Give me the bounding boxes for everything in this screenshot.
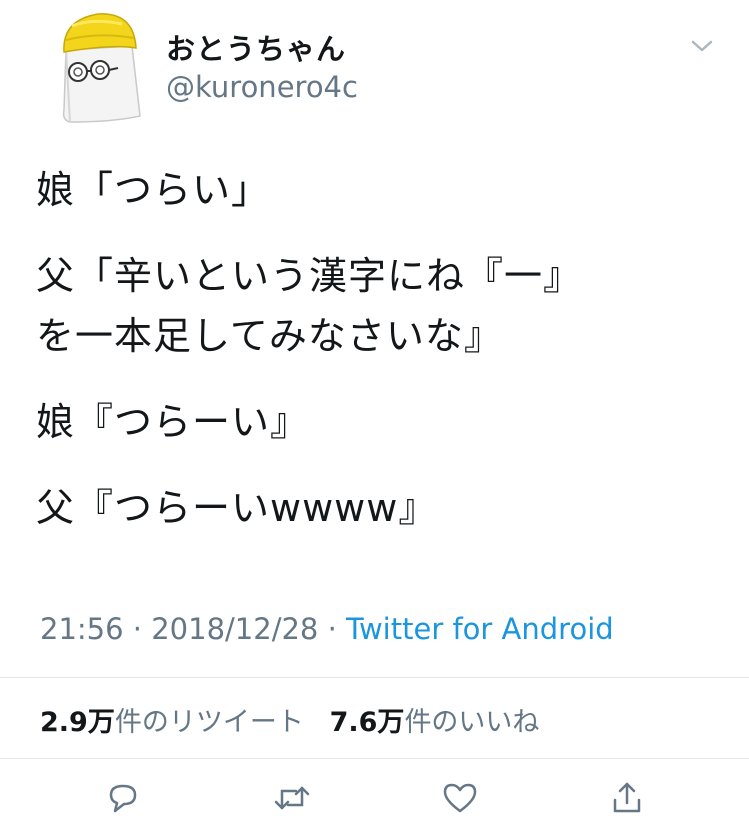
- action-bar: [0, 778, 749, 822]
- tweet-line: 娘『つらーい』: [36, 400, 310, 444]
- meta-separator: ·: [327, 612, 337, 646]
- chevron-down-icon[interactable]: [688, 36, 716, 56]
- tweet-metadata: 21:56 · 2018/12/28 · Twitter for Android: [40, 612, 614, 646]
- likes-count: 7.6万: [329, 707, 405, 738]
- user-handle[interactable]: @kuronero4c: [166, 70, 358, 104]
- retweet-icon[interactable]: [272, 778, 312, 818]
- retweets-stat[interactable]: 2.9万件のリツイート: [40, 707, 304, 738]
- likes-label: 件のいいね: [404, 707, 540, 738]
- divider: [0, 677, 749, 678]
- share-icon[interactable]: [607, 778, 647, 818]
- tweet-source-link[interactable]: Twitter for Android: [346, 612, 614, 646]
- avatar[interactable]: [52, 10, 144, 126]
- display-name[interactable]: おとうちゃん: [166, 26, 346, 68]
- tweet-line: 父『つらーいwwww』: [36, 486, 438, 530]
- tweet-header: おとうちゃん @kuronero4c: [0, 0, 749, 140]
- heart-icon[interactable]: [440, 778, 480, 818]
- meta-separator: ·: [132, 612, 143, 646]
- tweet-date[interactable]: 2018/12/28: [151, 612, 318, 646]
- tweet-line: 娘「つらい」: [36, 168, 271, 212]
- reply-icon[interactable]: [103, 778, 143, 818]
- divider: [0, 758, 749, 759]
- likes-stat[interactable]: 7.6万件のいいね: [330, 707, 540, 738]
- tweet-stats: 2.9万件のリツイート 7.6万件のいいね: [40, 700, 539, 739]
- retweets-label: 件のリツイート: [114, 707, 304, 738]
- tweet-time[interactable]: 21:56: [40, 612, 124, 646]
- tweet-text: 娘「つらい」 父「辛いという漢字にね『一』 を一本足してみなさいな』 娘『つらー…: [36, 160, 736, 538]
- tweet-line: 父「辛いという漢字にね『一』: [36, 254, 583, 298]
- tweet-line: を一本足してみなさいな』: [36, 314, 503, 358]
- retweets-count: 2.9万: [40, 707, 115, 738]
